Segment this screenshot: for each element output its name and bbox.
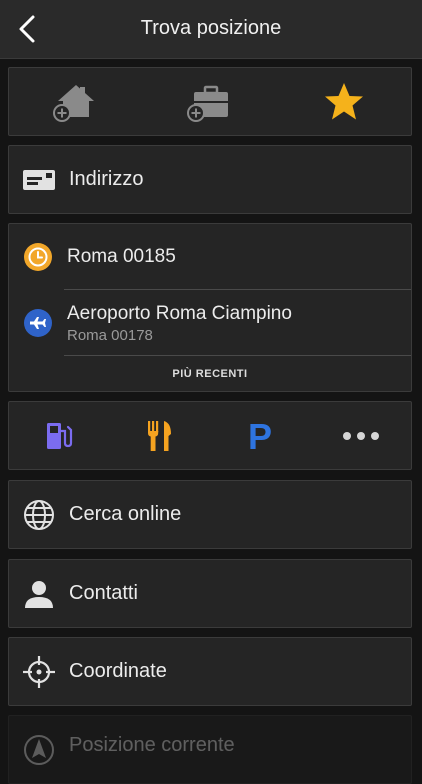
home-add-icon	[53, 84, 94, 122]
svg-text:P: P	[248, 418, 272, 454]
airplane-icon	[24, 309, 52, 337]
add-work-button[interactable]	[143, 68, 277, 135]
recent-item[interactable]: Roma 00185	[9, 224, 411, 290]
more-recents-button[interactable]: PIÙ RECENTI	[9, 356, 411, 380]
navigation-arrow-icon	[24, 735, 54, 765]
star-icon	[325, 82, 363, 119]
divider	[64, 355, 411, 356]
contacts-label: Contatti	[69, 582, 138, 604]
recent-title: Roma 00185	[67, 246, 176, 267]
person-icon	[25, 580, 53, 608]
fuel-pump-icon	[47, 422, 73, 449]
parking-icon: P	[248, 418, 272, 454]
recents-card: Roma 00185 Aeroporto Roma Ciampino Roma …	[8, 223, 412, 392]
recent-subtitle: Roma 00178	[67, 326, 153, 344]
search-online-item[interactable]: Cerca online	[8, 480, 412, 549]
food-category-button[interactable]	[110, 402, 211, 469]
categories-card: P	[8, 401, 412, 470]
current-position-label: Posizione corrente	[69, 734, 235, 756]
briefcase-add-icon	[187, 85, 228, 122]
coordinates-label: Coordinate	[69, 660, 167, 682]
contacts-item[interactable]: Contatti	[8, 559, 412, 628]
coordinates-item[interactable]: Coordinate	[8, 637, 412, 706]
address-label: Indirizzo	[69, 168, 144, 190]
more-dots-icon	[342, 431, 379, 440]
add-home-button[interactable]	[9, 68, 143, 135]
crosshair-icon	[23, 655, 55, 688]
globe-icon	[24, 499, 54, 530]
recent-title: Aeroporto Roma Ciampino	[67, 302, 292, 324]
search-online-label: Cerca online	[69, 503, 182, 525]
clock-icon	[24, 243, 52, 271]
page-title: Trova posizione	[140, 17, 282, 39]
shortcuts-card	[8, 67, 412, 136]
more-categories-button[interactable]	[311, 402, 412, 469]
address-item[interactable]: Indirizzo	[8, 145, 412, 214]
recent-item[interactable]: Aeroporto Roma Ciampino Roma 00178	[9, 290, 411, 356]
top-bar: Trova posizione	[0, 0, 422, 59]
fuel-category-button[interactable]	[9, 402, 110, 469]
restaurant-icon	[147, 420, 171, 451]
envelope-icon	[23, 169, 55, 190]
parking-category-button[interactable]: P	[210, 402, 311, 469]
favorites-button[interactable]	[277, 68, 411, 135]
